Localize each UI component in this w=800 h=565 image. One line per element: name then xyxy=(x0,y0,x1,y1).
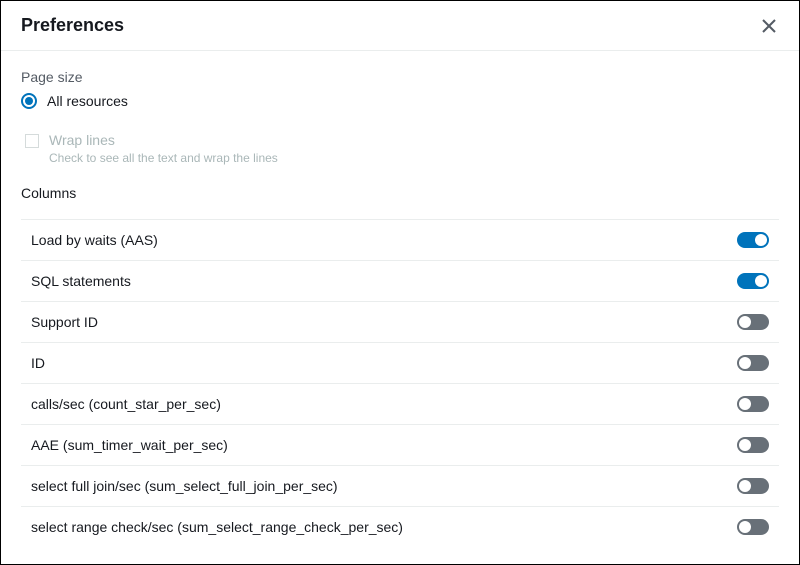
toggle-knob xyxy=(755,234,767,246)
toggle-knob xyxy=(739,357,751,369)
column-row: AAE (sum_timer_wait_per_sec) xyxy=(21,424,779,465)
column-label: select range check/sec (sum_select_range… xyxy=(31,519,403,535)
page-size-all-label: All resources xyxy=(47,93,128,109)
columns-list: Load by waits (AAS) SQL statements Support… xyxy=(21,219,779,547)
checkbox-icon xyxy=(25,134,39,148)
column-label: AAE (sum_timer_wait_per_sec) xyxy=(31,437,228,453)
radio-icon xyxy=(21,93,37,109)
column-label: calls/sec (count_star_per_sec) xyxy=(31,396,221,412)
close-button[interactable] xyxy=(759,16,779,36)
toggle-knob xyxy=(739,439,751,451)
column-row: select full join/sec (sum_select_full_jo… xyxy=(21,465,779,506)
column-toggle[interactable] xyxy=(737,478,769,494)
column-toggle[interactable] xyxy=(737,355,769,371)
column-toggle[interactable] xyxy=(737,232,769,248)
toggle-knob xyxy=(739,398,751,410)
page-size-all-option[interactable]: All resources xyxy=(21,93,779,109)
column-row: Support ID xyxy=(21,301,779,342)
column-label: Support ID xyxy=(31,314,98,330)
toggle-knob xyxy=(755,275,767,287)
column-toggle[interactable] xyxy=(737,314,769,330)
column-row: select range check/sec (sum_select_range… xyxy=(21,506,779,547)
column-row: Load by waits (AAS) xyxy=(21,219,779,260)
close-icon xyxy=(762,19,776,33)
modal-body: Page size All resources Wrap lines Check… xyxy=(1,51,799,564)
column-row: calls/sec (count_star_per_sec) xyxy=(21,383,779,424)
preferences-modal: Preferences Page size All resources Wrap… xyxy=(0,0,800,565)
column-toggle[interactable] xyxy=(737,396,769,412)
column-label: SQL statements xyxy=(31,273,131,289)
wrap-lines-option[interactable]: Wrap lines Check to see all the text and… xyxy=(25,131,779,165)
column-toggle[interactable] xyxy=(737,437,769,453)
column-row: SQL statements xyxy=(21,260,779,301)
modal-title: Preferences xyxy=(21,15,124,36)
column-row: ID xyxy=(21,342,779,383)
column-label: Load by waits (AAS) xyxy=(31,232,158,248)
column-label: select full join/sec (sum_select_full_jo… xyxy=(31,478,338,494)
toggle-knob xyxy=(739,316,751,328)
toggle-knob xyxy=(739,521,751,533)
page-size-label: Page size xyxy=(21,69,779,85)
column-toggle[interactable] xyxy=(737,273,769,289)
column-toggle[interactable] xyxy=(737,519,769,535)
column-label: ID xyxy=(31,355,45,371)
columns-section-label: Columns xyxy=(21,185,779,201)
toggle-knob xyxy=(739,480,751,492)
wrap-lines-label: Wrap lines xyxy=(49,131,278,149)
wrap-lines-description: Check to see all the text and wrap the l… xyxy=(49,151,278,165)
modal-header: Preferences xyxy=(1,1,799,51)
